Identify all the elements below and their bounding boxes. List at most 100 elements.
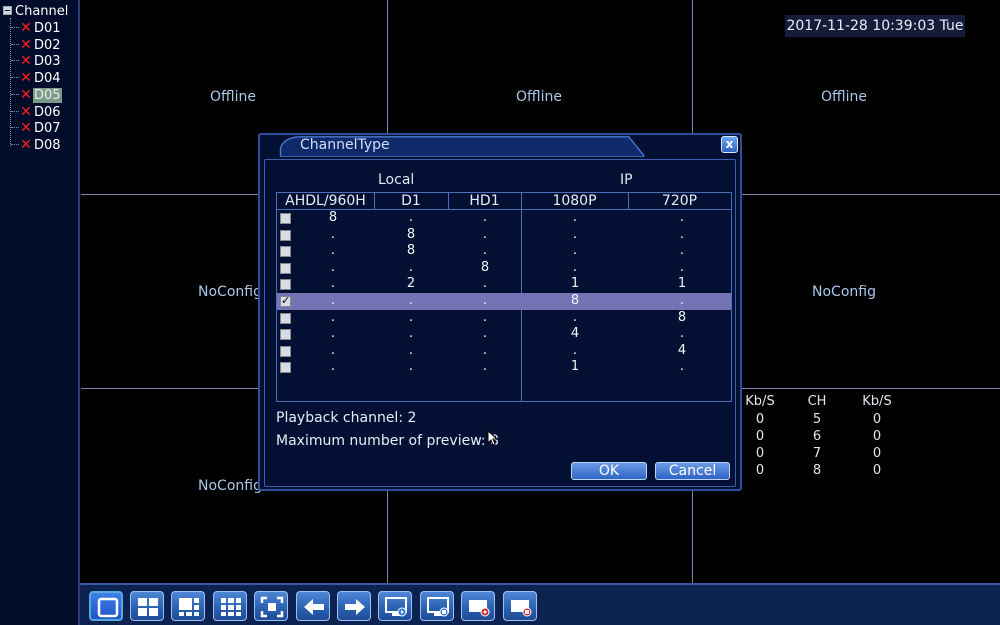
cell-status-1: Offline: [210, 89, 256, 105]
disconnected-icon: ✕: [20, 20, 32, 36]
tree-branch: [11, 77, 19, 79]
column-separator: [448, 193, 449, 210]
channel-tree-root-label: Channel: [15, 4, 69, 19]
row-checkbox[interactable]: [280, 294, 291, 307]
column-header-1: D1: [374, 193, 448, 210]
table-row[interactable]: .... 4: [277, 343, 731, 360]
tree-branch: [11, 143, 19, 145]
record-icon: [469, 600, 490, 617]
single-view-button[interactable]: [89, 591, 123, 621]
row-checkbox[interactable]: [280, 362, 291, 374]
dialog-title: ChannelType: [300, 137, 390, 153]
table-cell: .: [482, 210, 488, 225]
channel-type-dialog: ChannelType x Local IP AHDL/960H D1 HD1 108…: [258, 133, 742, 491]
table-cell: .: [330, 276, 336, 292]
table-cell: .: [482, 326, 488, 342]
table-cell: .: [482, 359, 488, 375]
disconnected-icon: ✕: [20, 120, 32, 137]
table-row[interactable]: . 8...: [277, 227, 731, 244]
tree-branch: [11, 110, 19, 112]
row-checkbox[interactable]: [280, 345, 291, 357]
six-view-button[interactable]: [171, 591, 205, 621]
playback-button[interactable]: [378, 591, 412, 621]
close-button[interactable]: x: [721, 136, 738, 153]
row-checkbox[interactable]: [280, 246, 291, 258]
sidebar-item-label: D07: [34, 121, 61, 137]
sidebar-item-d05[interactable]: ✕ D05: [11, 87, 71, 103]
sidebar-item-d01[interactable]: ✕ D01: [11, 20, 71, 36]
table-cell: .: [408, 259, 414, 275]
table-cell: .: [330, 226, 336, 242]
tree-branch: [11, 27, 19, 28]
sidebar-item-d02[interactable]: ✕ D02: [11, 37, 71, 53]
ok-button[interactable]: OK: [571, 462, 647, 480]
record-button[interactable]: [461, 591, 495, 621]
collapse-icon[interactable]: [3, 6, 12, 15]
bitrate-cell: 0: [872, 463, 882, 478]
table-cell: .: [482, 293, 488, 308]
row-checkbox[interactable]: [280, 329, 291, 341]
previous-icon: [304, 599, 324, 615]
cell-status-3: Offline: [821, 89, 867, 105]
table-row[interactable]: .... 8: [277, 310, 731, 327]
channel-tree-root[interactable]: Channel: [3, 4, 68, 19]
bitrate-cell: 0: [755, 463, 765, 478]
row-checkbox[interactable]: [280, 279, 291, 291]
bitrate-cell: 0: [755, 412, 765, 427]
fullscreen-icon: [260, 596, 284, 618]
bitrate-cell: 0: [872, 412, 882, 427]
sidebar-item-d06[interactable]: ✕ D06: [11, 104, 71, 120]
sidebar-item-label: D08: [34, 137, 61, 153]
column-header-4: 720P: [628, 193, 731, 210]
taskbar: [80, 583, 1000, 625]
bitrate-header: Kb/S CH Kb/S: [740, 394, 900, 411]
table-row[interactable]: . 2. 1 1: [277, 276, 731, 293]
table-cell: .: [679, 326, 685, 342]
row-checkbox[interactable]: [280, 262, 291, 274]
table-row[interactable]: ... 4.: [277, 326, 731, 343]
cancel-button[interactable]: Cancel: [655, 462, 730, 480]
column-header-0: AHDL/960H: [277, 193, 374, 210]
table-cell: 1: [677, 276, 687, 292]
table-cell: .: [572, 259, 578, 275]
disconnected-icon: ✕: [20, 86, 32, 103]
group-local-label: Local: [378, 172, 415, 188]
column-separator: [521, 193, 522, 210]
previous-button[interactable]: [296, 591, 330, 621]
quad-view-button[interactable]: [130, 591, 164, 621]
bitrate-cell: 7: [812, 446, 822, 461]
table-cell: .: [408, 326, 414, 342]
remote-device-icon: [427, 597, 449, 617]
table-row[interactable]: ... 8.: [277, 293, 731, 310]
row-checkbox[interactable]: [280, 312, 291, 324]
nine-view-button[interactable]: [213, 591, 247, 621]
stop-record-button[interactable]: [503, 591, 537, 621]
nine-view-icon: [221, 598, 241, 616]
table-row[interactable]: ... 1.: [277, 359, 731, 376]
table-cell: .: [679, 243, 685, 259]
disconnected-icon: ✕: [20, 103, 32, 120]
sidebar-item-label: D01: [34, 21, 61, 36]
sidebar-item-d08[interactable]: ✕ D08: [11, 137, 71, 153]
table-cell: .: [330, 326, 336, 342]
row-checkbox[interactable]: [280, 213, 291, 224]
sidebar-item-d07[interactable]: ✕ D07: [11, 120, 71, 136]
next-button[interactable]: [337, 591, 371, 621]
table-cell: .: [330, 243, 336, 259]
max-preview-text: Maximum number of preview: 8: [276, 433, 499, 449]
table-cell: .: [572, 342, 578, 358]
table-row[interactable]: . 8...: [277, 243, 731, 260]
next-icon: [345, 599, 365, 615]
table-row[interactable]: .. 8..: [277, 260, 731, 277]
table-cell: 2: [406, 276, 416, 292]
table-row[interactable]: 8....: [277, 210, 731, 227]
sidebar-item-d03[interactable]: ✕ D03: [11, 53, 71, 69]
table-cell: .: [482, 309, 488, 325]
cell-status-2: Offline: [516, 89, 562, 105]
column-separator: [628, 193, 629, 210]
remote-device-button[interactable]: [420, 591, 454, 621]
sidebar-item-d04[interactable]: ✕ D04: [11, 70, 71, 86]
fullscreen-button[interactable]: [254, 591, 288, 621]
row-checkbox[interactable]: [280, 229, 291, 241]
table-cell: .: [679, 293, 685, 308]
